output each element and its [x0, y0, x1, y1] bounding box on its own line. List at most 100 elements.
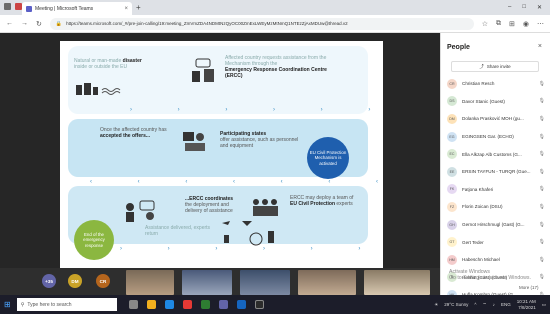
new-tab-button[interactable]: + [136, 3, 141, 12]
more-participants-link[interactable]: More (17) [519, 285, 539, 290]
participant-avatar-cr[interactable]: CR [96, 274, 110, 288]
profile-icon[interactable]: ◉ [523, 20, 529, 28]
close-panel-icon[interactable]: × [538, 43, 542, 50]
mic-muted-icon: 🎙 [538, 80, 545, 87]
participant-video-2[interactable] [182, 270, 232, 295]
participant-row[interactable]: DS Davor Stanic (Guest) 🎙 [441, 93, 550, 111]
extension-icon[interactable] [15, 3, 22, 10]
star-icon[interactable]: ☆ [482, 20, 488, 28]
more-menu-icon[interactable]: ⋯ [537, 20, 544, 28]
participant-avatar: DS [447, 96, 457, 107]
tab-title: Meeting | Microsoft Teams [35, 5, 94, 12]
collections-icon[interactable]: ⊞ [509, 20, 515, 28]
volume-icon[interactable]: ♪ [493, 302, 495, 307]
coordination-icon [122, 198, 162, 224]
participant-name: Davor Stanic (Guest) [462, 98, 505, 104]
participant-name: Christian Resch [462, 81, 495, 87]
participant-row[interactable]: FZ Florin Zoican (DSU) 🎙 [441, 198, 550, 216]
participant-name: EGINGSEN Gar. (ECHO) [462, 134, 514, 140]
mic-muted-icon: 🎙 [538, 168, 545, 175]
people-title: People [447, 44, 470, 51]
browser-tools: ☆ ⧉ ⊞ ◉ ⋯ [482, 20, 544, 28]
participant-avatar: CR [447, 78, 457, 89]
app-menu-icon[interactable] [4, 3, 11, 10]
participant-row[interactable]: FK Fatjona Khaferi 🎙 [441, 181, 550, 199]
participant-avatar: GH [447, 219, 457, 230]
slide-text-request: Affected country requests assistance fro… [225, 55, 327, 79]
mic-muted-icon: 🎙 [538, 203, 545, 210]
overflow-participants-avatar[interactable]: +35 [42, 274, 56, 288]
share-invite-button[interactable]: ⤴ Share invite [451, 61, 539, 72]
teams-favicon-icon [26, 5, 32, 12]
participant-row[interactable]: EG EGINGSEN Gar. (ECHO) 🎙 [441, 128, 550, 146]
clock[interactable]: 10:21 AM 7/8/2021 [517, 299, 536, 310]
participant-video-1[interactable] [126, 270, 174, 295]
slide-text-ercc-coordinates: ...ERCC coordinates the deployment and de… [185, 196, 234, 214]
mic-muted-icon: 🎙 [538, 133, 545, 140]
participant-avatar: EG [447, 131, 457, 142]
window-icons [4, 3, 22, 10]
weather-text[interactable]: 29°C Sunny [444, 302, 468, 307]
maximize-button[interactable]: □ [522, 4, 526, 11]
language-indicator[interactable]: ENG [501, 302, 511, 307]
participant-row[interactable]: EE ERSIN TAYFUN - TURQR (Gue... 🎙 [441, 163, 550, 181]
minimize-button[interactable]: – [508, 4, 511, 11]
participant-row[interactable]: HM Habeschn Michael 🎙 [441, 251, 550, 269]
participant-row[interactable]: GH Gernot Hirschmugl (Gast) (G... 🎙 [441, 216, 550, 234]
url-field[interactable]: 🔒 https://teams.microsoft.com/_#/pre-joi… [49, 17, 474, 30]
participant-avatar-dm[interactable]: DM [68, 274, 82, 288]
search-placeholder: Type here to search [27, 301, 72, 308]
participant-name: Dolanka Prasković MOH (gu... [462, 116, 524, 122]
tab-close-icon[interactable]: × [124, 6, 128, 12]
participant-row[interactable]: GT Gert Teder 🎙 [441, 233, 550, 251]
end-emergency-label: End of the emergency response [83, 232, 105, 248]
file-explorer-icon[interactable] [146, 300, 156, 309]
search-icon: ⚲ [20, 301, 25, 308]
slide-text-ercc-deploy: ERCC may deploy a team of EU Civil Prote… [290, 195, 354, 207]
task-view-icon[interactable] [128, 300, 138, 309]
participant-row[interactable]: CR Christian Resch 🎙 [441, 75, 550, 93]
network-icon[interactable]: ⌔ [482, 302, 486, 308]
extensions-icon[interactable]: ⧉ [496, 20, 501, 28]
participant-video-5[interactable] [364, 270, 430, 295]
windows-start-icon[interactable]: ⊞ [4, 300, 11, 309]
tab-teams-meeting[interactable]: Meeting | Microsoft Teams × [22, 2, 132, 15]
mic-muted-icon: 🎙 [538, 256, 545, 263]
tray-arrow-icon[interactable]: ^ [474, 302, 476, 307]
aid-delivery-icon [220, 217, 280, 247]
participant-video-3[interactable] [240, 270, 290, 295]
teams-icon[interactable] [218, 300, 228, 309]
eu-mechanism-activated-circle: EU Civil Protection Mechanism is activat… [307, 137, 349, 179]
reload-icon[interactable]: ↻ [36, 20, 42, 28]
arrows-row-1: › › › › › › › [130, 107, 383, 113]
back-icon[interactable]: ← [6, 20, 13, 27]
participant-avatar: GT [447, 237, 457, 248]
participant-avatar: FZ [447, 201, 457, 212]
windows-taskbar: ⊞ ⚲ Type here to search ☀ 29°C Sunny ^ ⌔… [0, 295, 550, 314]
participant-name: Ella Alkzap Alb Customs (G... [462, 151, 522, 157]
word-icon[interactable] [236, 300, 246, 309]
edge-icon[interactable] [164, 300, 174, 309]
app-icon-dark[interactable] [254, 300, 264, 309]
app-icon-green[interactable] [200, 300, 210, 309]
mic-muted-icon: 🎙 [538, 239, 545, 246]
notifications-icon[interactable]: ▭ [542, 302, 546, 308]
address-bar: ← → ↻ 🔒 https://teams.microsoft.com/_#/p… [0, 15, 550, 33]
participant-avatar: FK [447, 184, 457, 195]
participant-row[interactable]: EC Ella Alkzap Alb Customs (G... 🎙 [441, 145, 550, 163]
participant-video-4[interactable] [298, 270, 356, 295]
browser-tab-bar: Meeting | Microsoft Teams × + – □ ✕ [0, 0, 550, 15]
url-text: https://teams.microsoft.com/_#/pre-join-… [66, 21, 348, 26]
window-controls: – □ ✕ [508, 4, 550, 11]
forward-icon[interactable]: → [21, 20, 28, 27]
shared-slide: › › › › › › › ‹ ‹ ‹ ‹ ‹ ‹ ‹ ‹ ‹ ‹ ‹ ‹ › … [60, 41, 383, 281]
participant-name: Florin Zoican (DSU) [462, 204, 503, 210]
app-icon-red[interactable] [182, 300, 192, 309]
mechanism-activated-label: EU Civil Protection Mechanism is activat… [309, 150, 347, 166]
taskbar-search[interactable]: ⚲ Type here to search [16, 298, 117, 311]
participant-name: Gert Teder [462, 239, 484, 245]
close-window-button[interactable]: ✕ [537, 4, 542, 11]
meeting-stage: › › › › › › › ‹ ‹ ‹ ‹ ‹ ‹ ‹ ‹ ‹ ‹ ‹ ‹ › … [0, 33, 440, 295]
taskbar-apps [128, 300, 264, 309]
participant-row[interactable]: DM Dolanka Prasković MOH (gu... 🎙 [441, 110, 550, 128]
